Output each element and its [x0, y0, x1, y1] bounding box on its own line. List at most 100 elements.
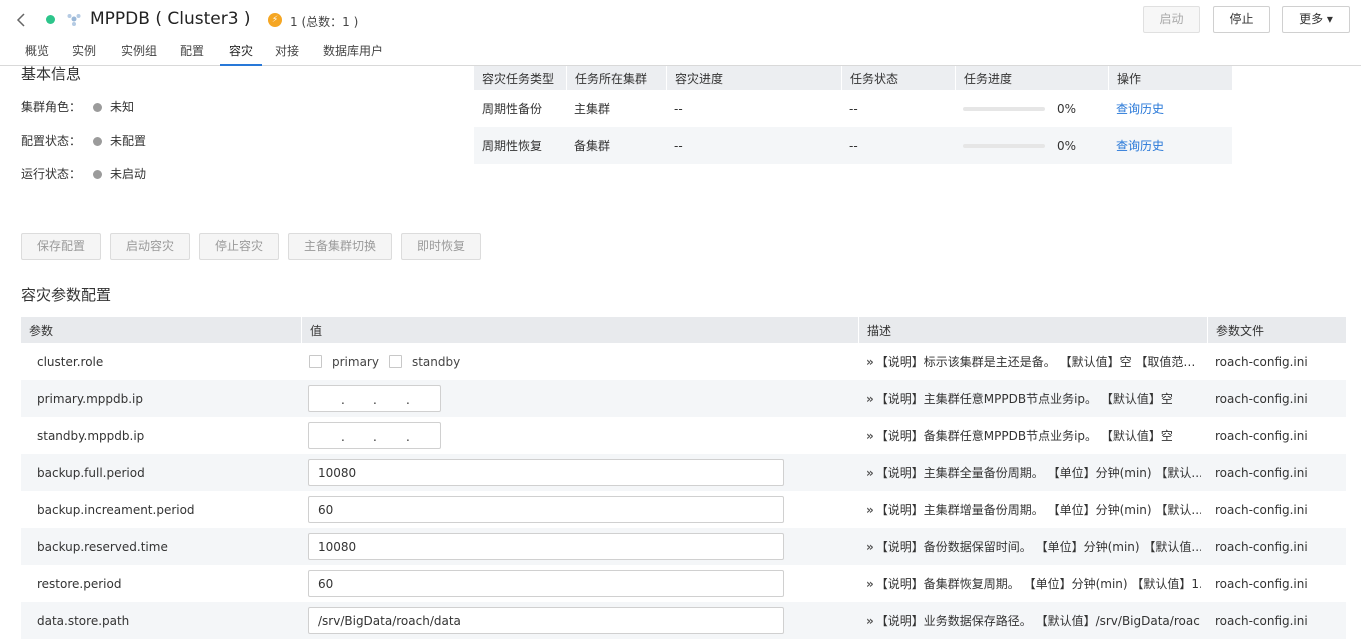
tab-database-users[interactable]: 数据库用户 — [323, 42, 383, 66]
ip-cell: . . . — [308, 380, 441, 417]
info-value: 未配置 — [110, 134, 147, 148]
tab-config[interactable]: 配置 — [180, 42, 204, 66]
backup-full-period-input[interactable] — [308, 459, 784, 486]
query-history-link[interactable]: 查询历史 — [1116, 127, 1164, 164]
info-value: 未启动 — [110, 167, 147, 181]
table-header: 参数 值 描述 参数文件 — [21, 317, 1346, 343]
param-description: » 【说明】标示该集群是主还是备。 【默认值】空 【取值范围... — [866, 343, 1201, 380]
tab-disaster-recovery[interactable]: 容灾 — [220, 42, 263, 66]
desc-text: 【说明】主集群全量备份周期。 【单位】分钟(min) 【默认... — [875, 466, 1201, 480]
backup-increament-period-input[interactable] — [308, 496, 784, 523]
stop-dr-button[interactable]: 停止容灾 — [199, 233, 279, 260]
param-name: backup.full.period — [37, 465, 145, 480]
param-name: primary.mppdb.ip — [37, 391, 143, 406]
expand-chevron-icon[interactable]: » — [866, 540, 874, 554]
info-value: 未知 — [110, 100, 135, 114]
desc-text: 【说明】备集群恢复周期。 【单位】分钟(min) 【默认值】1... — [875, 577, 1201, 591]
status-dot — [93, 170, 103, 179]
start-dr-button[interactable]: 启动容灾 — [110, 233, 190, 260]
desc-text: 【说明】主集群增量备份周期。 【单位】分钟(min) 【默认... — [875, 503, 1201, 517]
dr-task-table: 容灾任务类型 任务所在集群 容灾进度 任务状态 任务进度 操作 周期性备份 主集… — [474, 66, 1232, 164]
alarm-count[interactable]: 1 (总数：1 ) — [290, 13, 358, 30]
params-title: 容灾参数配置 — [21, 286, 112, 304]
table-row: primary.mppdb.ip . . . » 【说明】主集群任意MPPDB节点… — [21, 380, 1346, 417]
save-config-button[interactable]: 保存配置 — [21, 233, 101, 260]
task-cluster: 备集群 — [574, 139, 611, 153]
alarm-icon: ⚡ — [268, 13, 282, 27]
task-percent: 0% — [1057, 138, 1077, 153]
param-name: backup.reserved.time — [37, 539, 168, 554]
table-row: 周期性恢复 备集群 -- -- 0% 查询历史 — [474, 127, 1232, 164]
task-percent: 0% — [1057, 101, 1077, 116]
restore-period-input[interactable] — [308, 570, 784, 597]
query-history-link[interactable]: 查询历史 — [1116, 90, 1164, 127]
param-file: roach-config.ini — [1215, 613, 1308, 628]
primary-checkbox[interactable] — [309, 355, 322, 368]
standby-ip-input[interactable]: . . . — [308, 422, 441, 449]
expand-chevron-icon[interactable]: » — [866, 466, 874, 480]
value-cell — [308, 565, 784, 602]
start-button[interactable]: 启动 — [1143, 6, 1200, 33]
table-row: backup.reserved.time »【说明】备份数据保留时间。 【单位】… — [21, 528, 1346, 565]
param-description: » 【说明】备集群任意MPPDB节点业务ip。 【默认值】空 — [866, 417, 1201, 454]
instant-restore-button[interactable]: 即时恢复 — [401, 233, 481, 260]
desc-text: 【说明】标示该集群是主还是备。 【默认值】空 【取值范围... — [875, 355, 1201, 369]
value-cell — [308, 491, 784, 528]
ip-separator: . — [406, 393, 410, 407]
back-arrow-icon[interactable] — [14, 10, 28, 30]
table-row: backup.full.period »【说明】主集群全量备份周期。 【单位】分… — [21, 454, 1346, 491]
standby-checkbox[interactable] — [388, 355, 402, 368]
task-status: -- — [849, 138, 858, 153]
task-progress-bar: 0% — [963, 127, 1076, 164]
ip-separator: . — [373, 393, 377, 407]
role-checkbox-group: primary standby — [309, 343, 470, 380]
param-file: roach-config.ini — [1215, 539, 1308, 554]
info-label: 运行状态： — [21, 167, 82, 181]
desc-text: 【说明】备集群任意MPPDB节点业务ip。 【默认值】空 — [875, 429, 1173, 443]
backup-reserved-time-input[interactable] — [308, 533, 784, 560]
task-cluster: 主集群 — [574, 102, 611, 116]
more-dropdown-button[interactable]: 更多 ▾ — [1282, 6, 1350, 33]
column-header: 容灾任务类型 — [482, 71, 555, 86]
task-type: 周期性备份 — [482, 102, 543, 116]
column-header: 操作 — [1108, 66, 1232, 90]
task-progress-bar: 0% — [963, 90, 1076, 127]
expand-chevron-icon[interactable]: » — [866, 429, 874, 443]
cluster-icon — [67, 14, 81, 26]
expand-chevron-icon[interactable]: » — [866, 503, 874, 517]
ip-separator: . — [406, 430, 410, 444]
param-file: roach-config.ini — [1215, 576, 1308, 591]
ip-cell: . . . — [308, 417, 441, 454]
expand-chevron-icon[interactable]: » — [866, 614, 874, 628]
table-row: 周期性备份 主集群 -- -- 0% 查询历史 — [474, 90, 1232, 127]
info-label: 集群角色： — [21, 100, 82, 114]
data-store-path-input[interactable] — [308, 607, 784, 634]
expand-chevron-icon[interactable]: » — [866, 355, 874, 369]
expand-chevron-icon[interactable]: » — [866, 392, 874, 406]
param-name: standby.mppdb.ip — [37, 428, 145, 443]
param-name: data.store.path — [37, 613, 130, 628]
param-file: roach-config.ini — [1215, 391, 1308, 406]
param-file: roach-config.ini — [1215, 465, 1308, 480]
stop-button[interactable]: 停止 — [1213, 6, 1270, 33]
cluster-status-dot — [46, 15, 55, 24]
table-row: restore.period »【说明】备集群恢复周期。 【单位】分钟(min)… — [21, 565, 1346, 602]
column-header: 值 — [301, 317, 858, 343]
column-header: 任务进度 — [955, 66, 1108, 90]
value-cell — [308, 528, 784, 565]
column-header: 参数文件 — [1207, 317, 1346, 343]
expand-chevron-icon[interactable]: » — [866, 577, 874, 591]
param-description: » 【说明】备份数据保留时间。 【单位】分钟(min) 【默认值... — [866, 528, 1201, 565]
status-dot — [93, 103, 103, 112]
param-file: roach-config.ini — [1215, 428, 1308, 443]
status-dot — [93, 137, 103, 146]
tab-bar: 概览 实例 实例组 配置 容灾 对接 数据库用户 — [0, 40, 1361, 66]
page-header: MPPDB ( Cluster3 ) ⚡ 1 (总数：1 ) 启动 停止 更多 … — [0, 0, 1361, 40]
primary-ip-input[interactable]: . . . — [308, 385, 441, 412]
param-description: » 【说明】备集群恢复周期。 【单位】分钟(min) 【默认值】1... — [866, 565, 1201, 602]
tab-instance-groups[interactable]: 实例组 — [121, 42, 157, 66]
task-progress: -- — [674, 138, 683, 153]
param-description: » 【说明】主集群任意MPPDB节点业务ip。 【默认值】空 — [866, 380, 1201, 417]
tab-integration[interactable]: 对接 — [275, 42, 299, 66]
switch-cluster-button[interactable]: 主备集群切换 — [288, 233, 392, 260]
